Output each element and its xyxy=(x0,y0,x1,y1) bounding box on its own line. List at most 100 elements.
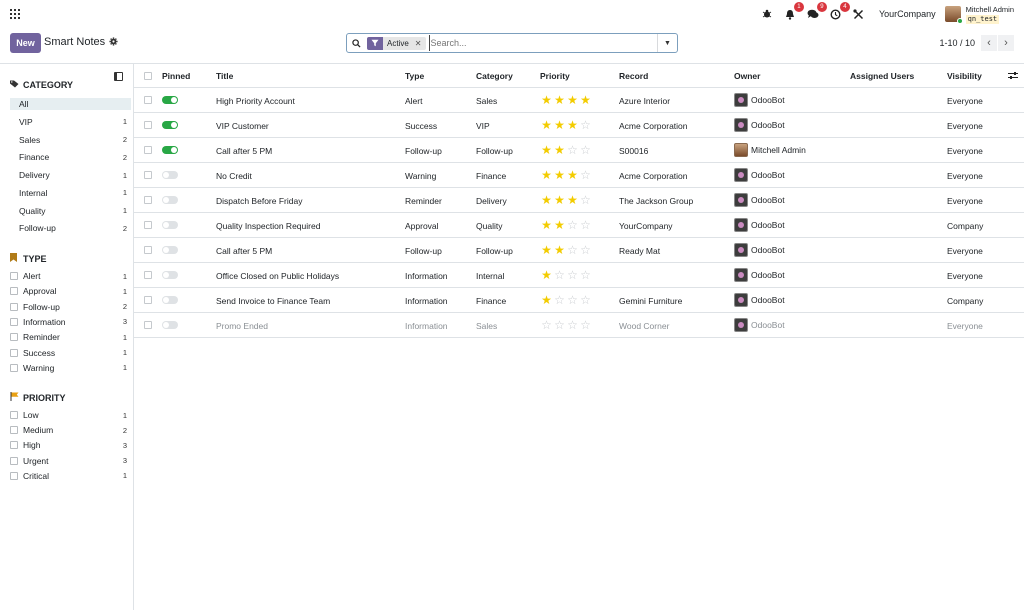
cell-record[interactable]: Wood Corner xyxy=(619,321,669,331)
star-filled-icon[interactable]: ★ xyxy=(540,193,553,207)
star-empty-icon[interactable]: ☆ xyxy=(579,118,592,132)
star-filled-icon[interactable]: ★ xyxy=(579,93,592,107)
bug-icon[interactable] xyxy=(759,6,775,22)
type-filter-item[interactable]: Reminder 1 xyxy=(10,331,131,343)
pinned-toggle[interactable] xyxy=(162,296,178,305)
type-filter-item[interactable]: Approval 1 xyxy=(10,285,131,297)
star-empty-icon[interactable]: ☆ xyxy=(579,168,592,182)
row-select-checkbox[interactable] xyxy=(144,221,152,230)
chat-icon[interactable]: 9 xyxy=(805,2,827,22)
type-filter-checkbox[interactable] xyxy=(10,363,18,372)
cell-record[interactable]: YourCompany xyxy=(619,221,673,231)
facet-remove-icon[interactable]: ✕ xyxy=(412,36,426,50)
type-filter-checkbox[interactable] xyxy=(10,272,18,280)
cell-owner[interactable]: OdooBot xyxy=(734,293,785,308)
star-filled-icon[interactable]: ★ xyxy=(553,218,566,232)
star-filled-icon[interactable]: ★ xyxy=(566,193,579,207)
category-item[interactable]: Sales 2 xyxy=(10,134,131,146)
star-empty-icon[interactable]: ☆ xyxy=(566,143,579,157)
table-row[interactable]: No Credit Warning Finance Acme Corporation E… xyxy=(134,163,1024,189)
type-filter-checkbox[interactable] xyxy=(10,287,18,296)
row-select-checkbox[interactable] xyxy=(144,271,152,280)
column-header-category[interactable]: Category xyxy=(476,71,513,81)
star-filled-icon[interactable]: ★ xyxy=(553,243,566,257)
star-filled-icon[interactable]: ★ xyxy=(566,93,579,107)
star-filled-icon[interactable]: ★ xyxy=(566,118,579,132)
column-header-title[interactable]: Title xyxy=(216,71,233,81)
pinned-toggle[interactable] xyxy=(162,271,178,280)
pager-next-button[interactable]: › xyxy=(998,35,1014,51)
star-empty-icon[interactable]: ☆ xyxy=(553,318,566,332)
column-header-pinned[interactable]: Pinned xyxy=(162,71,190,81)
table-row[interactable]: VIP Customer Success VIP Acme Corporation Ev… xyxy=(134,113,1024,139)
row-select-checkbox[interactable] xyxy=(144,321,152,330)
type-filter-checkbox[interactable] xyxy=(10,317,18,326)
table-row[interactable]: Office Closed on Public Holidays Informat… xyxy=(134,263,1024,289)
star-filled-icon[interactable]: ★ xyxy=(553,93,566,107)
star-empty-icon[interactable]: ☆ xyxy=(579,243,592,257)
apps-grid-icon[interactable] xyxy=(10,9,20,19)
type-filter-item[interactable]: Alert 1 xyxy=(10,270,131,282)
pinned-toggle[interactable] xyxy=(162,196,178,205)
priority-filter-item[interactable]: Medium 2 xyxy=(10,424,131,436)
star-filled-icon[interactable]: ★ xyxy=(540,293,553,307)
star-filled-icon[interactable]: ★ xyxy=(553,168,566,182)
star-filled-icon[interactable]: ★ xyxy=(540,268,553,282)
cell-owner[interactable]: OdooBot xyxy=(734,243,785,258)
type-filter-checkbox[interactable] xyxy=(10,348,18,357)
bell-icon[interactable]: 1 xyxy=(782,2,804,22)
star-empty-icon[interactable]: ☆ xyxy=(579,318,592,332)
category-item[interactable]: Finance 2 xyxy=(10,151,131,163)
cell-record[interactable]: S00016 xyxy=(619,146,648,156)
table-row[interactable]: Dispatch Before Friday Reminder Delivery Th… xyxy=(134,188,1024,214)
optional-columns-icon[interactable] xyxy=(1008,71,1018,83)
activity-clock-icon[interactable]: 4 xyxy=(828,2,850,22)
priority-filter-item[interactable]: Low 1 xyxy=(10,409,131,421)
table-row[interactable]: Call after 5 PM Follow-up Follow-up S00016 E… xyxy=(134,138,1024,164)
sidebar-collapse-icon[interactable] xyxy=(114,72,123,81)
priority-filter-item[interactable]: High 3 xyxy=(10,439,131,451)
star-empty-icon[interactable]: ☆ xyxy=(540,318,553,332)
star-filled-icon[interactable]: ★ xyxy=(566,168,579,182)
table-row[interactable]: Call after 5 PM Follow-up Follow-up Ready M… xyxy=(134,238,1024,264)
cell-owner[interactable]: OdooBot xyxy=(734,218,785,233)
star-empty-icon[interactable]: ☆ xyxy=(579,143,592,157)
row-select-checkbox[interactable] xyxy=(144,121,152,130)
priority-filter-checkbox[interactable] xyxy=(10,411,18,419)
cell-owner[interactable]: OdooBot xyxy=(734,93,785,107)
star-empty-icon[interactable]: ☆ xyxy=(566,243,579,257)
tools-icon[interactable] xyxy=(851,6,867,22)
type-filter-item[interactable]: Warning 1 xyxy=(10,362,131,374)
cell-owner[interactable]: OdooBot xyxy=(734,118,785,133)
pinned-toggle[interactable] xyxy=(162,121,178,130)
user-menu[interactable]: Mitchell Admin qn_test xyxy=(965,5,1014,24)
pinned-toggle[interactable] xyxy=(162,146,178,155)
cell-owner[interactable]: OdooBot xyxy=(734,168,785,183)
cell-owner[interactable]: OdooBot xyxy=(734,268,785,283)
star-filled-icon[interactable]: ★ xyxy=(540,218,553,232)
star-empty-icon[interactable]: ☆ xyxy=(566,268,579,282)
star-empty-icon[interactable]: ☆ xyxy=(579,193,592,207)
priority-filter-checkbox[interactable] xyxy=(10,471,18,480)
type-filter-item[interactable]: Success 1 xyxy=(10,347,131,359)
pinned-toggle[interactable] xyxy=(162,96,178,104)
category-item[interactable]: Internal 1 xyxy=(10,187,131,199)
select-all-checkbox[interactable] xyxy=(144,72,152,80)
star-empty-icon[interactable]: ☆ xyxy=(566,293,579,307)
column-header-owner[interactable]: Owner xyxy=(734,71,760,81)
pinned-toggle[interactable] xyxy=(162,221,178,230)
star-empty-icon[interactable]: ☆ xyxy=(553,293,566,307)
type-filter-item[interactable]: Follow-up 2 xyxy=(10,301,131,313)
priority-filter-checkbox[interactable] xyxy=(10,441,18,450)
star-empty-icon[interactable]: ☆ xyxy=(566,318,579,332)
category-item[interactable]: All xyxy=(10,98,131,110)
cell-record[interactable]: Azure Interior xyxy=(619,96,670,106)
cell-record[interactable]: Acme Corporation xyxy=(619,121,688,131)
pager-previous-button[interactable]: ‹ xyxy=(981,35,997,51)
star-filled-icon[interactable]: ★ xyxy=(553,143,566,157)
cell-record[interactable]: Gemini Furniture xyxy=(619,296,682,306)
table-row[interactable]: Quality Inspection Required Approval Quali… xyxy=(134,213,1024,239)
cell-owner[interactable]: Mitchell Admin xyxy=(734,143,806,158)
star-filled-icon[interactable]: ★ xyxy=(540,118,553,132)
star-filled-icon[interactable]: ★ xyxy=(540,93,553,107)
